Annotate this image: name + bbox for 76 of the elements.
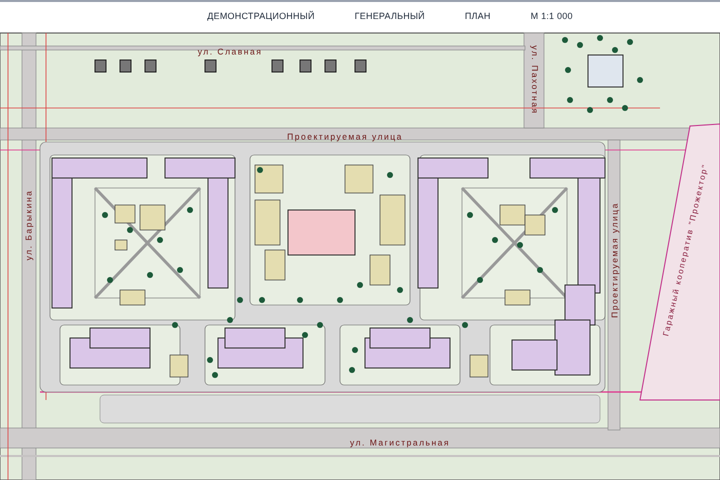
street-label: ул. Пахотная	[530, 45, 540, 115]
building	[114, 204, 136, 224]
tree	[127, 227, 133, 233]
building	[264, 250, 286, 280]
street-label: ул. Барыкина	[23, 190, 34, 260]
garage	[324, 60, 336, 72]
tree	[612, 47, 618, 53]
tree	[157, 237, 163, 243]
garage	[120, 60, 132, 72]
tree	[147, 272, 153, 278]
tree	[407, 317, 413, 323]
tree	[552, 207, 558, 213]
building	[588, 54, 624, 88]
tree	[477, 277, 483, 283]
tree	[102, 212, 108, 218]
building	[524, 214, 546, 236]
building	[114, 240, 128, 250]
school-building	[288, 210, 356, 256]
tree	[397, 287, 403, 293]
tree	[562, 37, 568, 43]
tree	[537, 267, 543, 273]
building	[140, 204, 166, 230]
building	[344, 164, 374, 194]
tree	[237, 297, 243, 303]
plan-title-word: ПЛАН	[464, 10, 491, 24]
tree	[172, 322, 178, 328]
tree	[492, 237, 498, 243]
tree	[259, 297, 265, 303]
tree	[577, 42, 583, 48]
tree	[387, 172, 393, 178]
tree	[337, 297, 343, 303]
plan-title-word: М 1:1 000	[530, 10, 573, 24]
building	[370, 254, 390, 286]
building	[254, 200, 280, 246]
garage	[204, 60, 216, 72]
building	[470, 354, 488, 378]
tree	[317, 322, 323, 328]
tree	[177, 267, 183, 273]
tree	[462, 322, 468, 328]
tree	[352, 347, 358, 353]
tree	[567, 97, 573, 103]
tree	[187, 207, 193, 213]
street-label: Проектируемая улица	[609, 202, 620, 318]
tree	[107, 277, 113, 283]
street-label: ул. Славная	[198, 46, 262, 56]
tree	[517, 242, 523, 248]
garage	[300, 60, 312, 72]
tree	[637, 77, 643, 83]
tree	[467, 212, 473, 218]
garage	[272, 60, 284, 72]
building	[380, 194, 406, 246]
tree	[587, 107, 593, 113]
building	[504, 290, 530, 306]
tree	[302, 332, 308, 338]
tree	[565, 67, 571, 73]
tree	[349, 367, 355, 373]
tree	[207, 357, 213, 363]
tree	[297, 297, 303, 303]
building	[120, 290, 146, 306]
building	[170, 354, 188, 378]
tree	[227, 317, 233, 323]
building	[500, 204, 526, 226]
plan-title-word: ГЕНЕРАЛЬНЫЙ	[354, 10, 425, 24]
garage	[354, 60, 366, 72]
plan-title-word: ДЕМОНСТРАЦИОННЫЙ	[207, 10, 315, 24]
tree	[212, 372, 218, 378]
building	[254, 164, 284, 194]
tree	[357, 282, 363, 288]
street-label: ул. Магистральная	[350, 437, 450, 448]
garage	[94, 60, 106, 72]
tree	[257, 167, 263, 173]
tree	[627, 39, 633, 45]
tree	[597, 35, 603, 41]
tree	[622, 105, 628, 111]
tree	[607, 97, 613, 103]
garage	[144, 60, 156, 72]
